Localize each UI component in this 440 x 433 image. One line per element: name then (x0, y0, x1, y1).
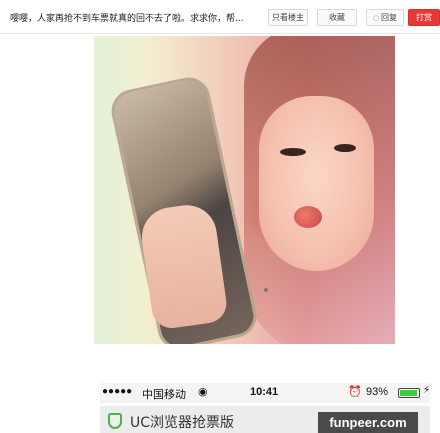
photo-face (259, 96, 374, 271)
battery-fill (400, 390, 417, 396)
reply-label: 回复 (381, 13, 398, 22)
reply-icon: ○ (372, 14, 380, 22)
funpeer-watermark: funpeer.com (318, 412, 418, 433)
only-op-button[interactable]: 只看楼主 (268, 9, 308, 26)
battery-percent: 93% (366, 386, 389, 398)
alarm-icon: ⏰ (348, 386, 362, 398)
battery-icon (398, 388, 420, 398)
photo-eye-right (334, 144, 356, 152)
uc-browser-title: UC浏览器抢票版 (130, 415, 235, 431)
photo-necklace (264, 288, 268, 292)
post-photo[interactable] (94, 36, 395, 344)
reward-button[interactable]: 打赏 (408, 9, 440, 26)
wifi-icon: ◉ (198, 386, 208, 398)
status-time: 10:41 (250, 386, 279, 398)
photo-eye-left (280, 148, 306, 156)
shield-icon (108, 413, 122, 429)
photo-lips (294, 206, 322, 228)
favorite-button[interactable]: 收藏 (317, 9, 357, 26)
reply-button[interactable]: ○ 回复 (366, 9, 404, 26)
charging-icon: ⚡ (423, 385, 431, 396)
phone-status-bar: ●●●●● 中国移动 ◉ 10:41 ⏰ 93% ⚡ (100, 383, 430, 403)
thread-header: 嘤嘤，人家再抢不到车票就真的回不去了啦。求求你，帮... 只看楼主 收藏 ○ 回复… (0, 0, 440, 34)
signal-icon: ●●●●● (102, 386, 133, 397)
thread-title: 嘤嘤，人家再抢不到车票就真的回不去了啦。求求你，帮... (10, 14, 244, 24)
carrier-label: 中国移动 (142, 388, 186, 401)
